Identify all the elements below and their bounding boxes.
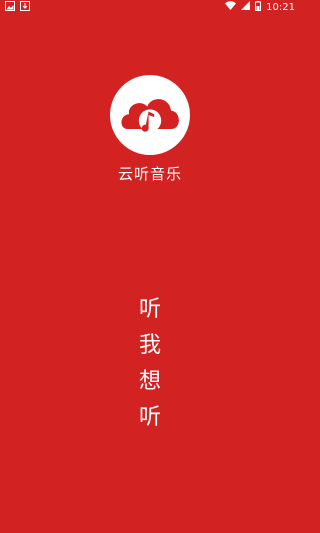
status-notifications — [5, 0, 30, 14]
signal-icon — [241, 1, 251, 13]
slogan-char: 听 — [138, 297, 161, 322]
battery-icon — [255, 0, 262, 14]
download-notification-icon — [20, 0, 30, 14]
status-bar: 10:21 — [0, 0, 300, 14]
cloud-music-note-icon — [121, 99, 179, 132]
wifi-icon — [225, 1, 237, 13]
app-name: 云听音乐 — [117, 165, 182, 183]
slogan-char: 我 — [138, 333, 161, 358]
slogan-char: 想 — [138, 369, 161, 394]
status-time: 10:21 — [266, 1, 295, 13]
app-logo — [110, 75, 190, 155]
slogan-char: 听 — [138, 405, 161, 430]
status-system: 10:21 — [225, 0, 295, 14]
image-notification-icon — [5, 0, 15, 14]
slogan: 听 我 想 听 — [0, 292, 300, 436]
